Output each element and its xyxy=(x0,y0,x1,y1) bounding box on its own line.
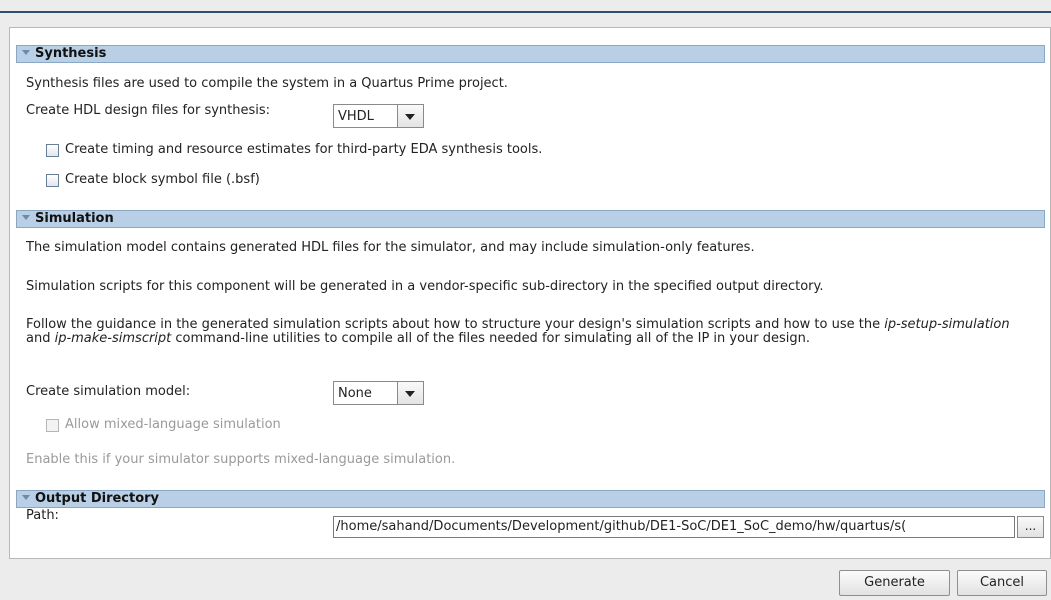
guidance-text: command-line utilities to compile all of… xyxy=(171,331,811,346)
hdl-synthesis-value: VHDL xyxy=(338,109,374,124)
top-divider xyxy=(0,11,1051,13)
mixed-language-label[interactable]: Allow mixed-language simulation xyxy=(65,417,281,432)
block-symbol-checkbox[interactable] xyxy=(46,174,59,187)
hdl-synthesis-label: Create HDL design files for synthesis: xyxy=(26,103,271,118)
section-title: Simulation xyxy=(35,211,114,226)
section-header-simulation[interactable]: Simulation xyxy=(16,210,1045,228)
hdl-synthesis-select[interactable]: VHDL xyxy=(333,104,424,128)
timing-estimates-checkbox[interactable] xyxy=(46,144,59,157)
dropdown-button[interactable] xyxy=(397,382,423,404)
section-header-output-directory[interactable]: Output Directory xyxy=(16,490,1045,508)
simulation-scripts-note: Simulation scripts for this component wi… xyxy=(26,279,824,294)
timing-estimates-label[interactable]: Create timing and resource estimates for… xyxy=(65,142,542,157)
collapse-triangle-icon[interactable] xyxy=(22,50,30,55)
section-title: Output Directory xyxy=(35,491,160,506)
chevron-down-icon xyxy=(405,114,415,120)
guidance-utility-name: ip-make-simscript xyxy=(54,331,172,346)
output-path-field[interactable]: /home/sahand/Documents/Development/githu… xyxy=(333,516,1015,538)
simulation-description: The simulation model contains generated … xyxy=(26,240,755,255)
collapse-triangle-icon[interactable] xyxy=(22,215,30,220)
chevron-down-icon xyxy=(405,391,415,397)
guidance-text: and xyxy=(26,331,55,346)
generate-button[interactable]: Generate xyxy=(839,570,950,596)
mixed-language-checkbox[interactable] xyxy=(46,419,59,432)
simulation-guidance: Follow the guidance in the generated sim… xyxy=(26,318,1036,346)
path-label: Path: xyxy=(26,508,59,523)
guidance-utility-name: ip-setup-simulation xyxy=(884,317,1010,332)
simulation-model-value: None xyxy=(338,386,372,401)
simulation-model-select[interactable]: None xyxy=(333,381,424,405)
synthesis-description: Synthesis files are used to compile the … xyxy=(26,76,508,91)
section-header-synthesis[interactable]: Synthesis xyxy=(16,45,1045,63)
block-symbol-label[interactable]: Create block symbol file (.bsf) xyxy=(65,172,260,187)
dropdown-button[interactable] xyxy=(397,105,423,127)
simulation-model-label: Create simulation model: xyxy=(26,384,191,399)
browse-button[interactable]: ... xyxy=(1017,516,1044,538)
mixed-language-hint: Enable this if your simulator supports m… xyxy=(26,452,456,467)
collapse-triangle-icon[interactable] xyxy=(22,495,30,500)
cancel-button[interactable]: Cancel xyxy=(957,570,1047,596)
guidance-text: Follow the guidance in the generated sim… xyxy=(26,317,885,332)
section-title: Synthesis xyxy=(35,46,107,61)
